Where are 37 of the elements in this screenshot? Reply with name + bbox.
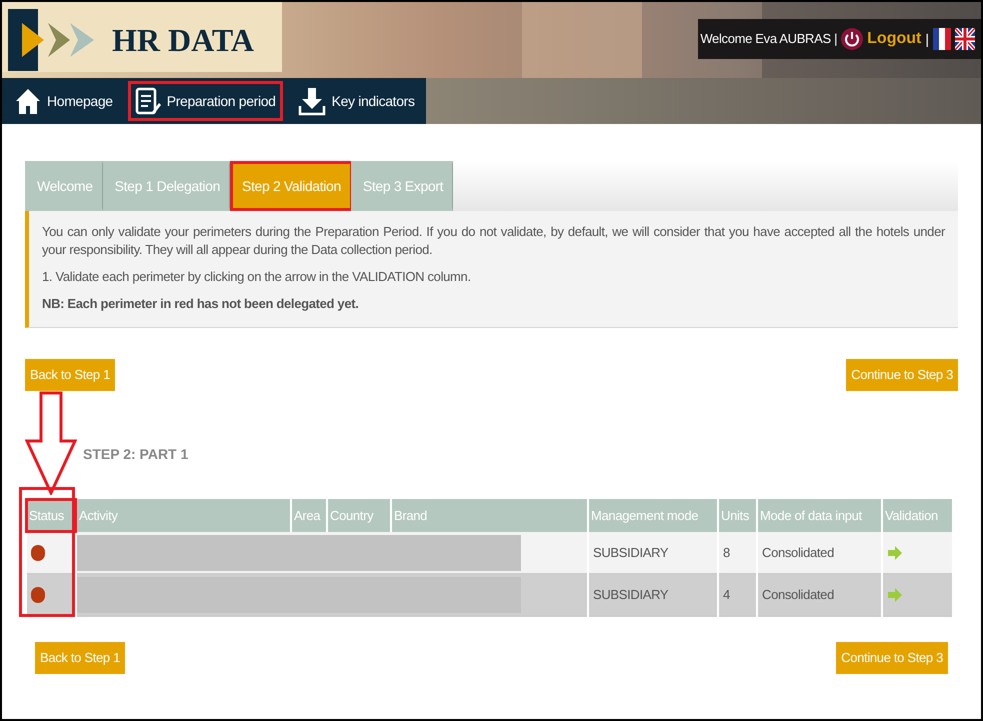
back-button[interactable]: Back to Step 1 (25, 359, 116, 391)
uk-flag-icon[interactable] (955, 28, 975, 50)
table-cell: Consolidated (757, 574, 882, 616)
column-header: Brand (391, 499, 588, 532)
info-text: NB: Each perimeter in red has not been delegated yet. (42, 295, 360, 313)
step-tab[interactable]: Step 2 Validation (230, 161, 351, 211)
download-icon (298, 86, 326, 116)
nav-item[interactable]: Key indicators (290, 81, 422, 121)
column-header: Validation (882, 499, 953, 532)
nav-item[interactable]: Homepage (8, 81, 120, 121)
french-flag-icon[interactable] (933, 28, 951, 50)
back-button[interactable]: Back to Step 1 (35, 642, 126, 674)
column-header: Management mode (588, 499, 718, 532)
continue-button[interactable]: Continue to Step 3 (836, 642, 948, 674)
step-tab[interactable]: Step 3 Export (350, 161, 454, 211)
step-tab[interactable]: Welcome (25, 161, 103, 211)
info-text: You can only validate your perimeters during the Preparation Period. If you do not validate, by default, we will consider that you have accepted all the hotels under your responsibility. They will all appear during the Data collection period. (42, 223, 945, 259)
column-header: Mode of data input (757, 499, 882, 532)
nav-item[interactable]: Preparation period (128, 81, 283, 121)
table-cell: 4 (718, 574, 757, 616)
table-cell: SUBSIDIARY (588, 574, 718, 616)
section-title: STEP 2: PART 1 (83, 445, 188, 464)
power-icon (841, 28, 864, 50)
home-icon (15, 87, 41, 115)
column-header: Country (327, 499, 391, 532)
step-tab[interactable]: Step 1 Delegation (102, 161, 230, 211)
logo-text: HR DATA (112, 21, 254, 60)
logout-link[interactable]: Logout (841, 27, 922, 51)
continue-button[interactable]: Continue to Step 3 (846, 359, 958, 391)
column-header: Area (291, 499, 327, 532)
column-header: Units (718, 499, 757, 532)
welcome-text: Welcome Eva AUBRAS | (700, 30, 838, 48)
info-text: 1. Validate each perimeter by clicking on the arrow in the VALIDATION column. (42, 268, 472, 286)
separator-text: | (925, 30, 929, 49)
list-icon (134, 87, 161, 115)
column-header: Status (26, 499, 76, 532)
column-header: Activity (76, 499, 291, 532)
